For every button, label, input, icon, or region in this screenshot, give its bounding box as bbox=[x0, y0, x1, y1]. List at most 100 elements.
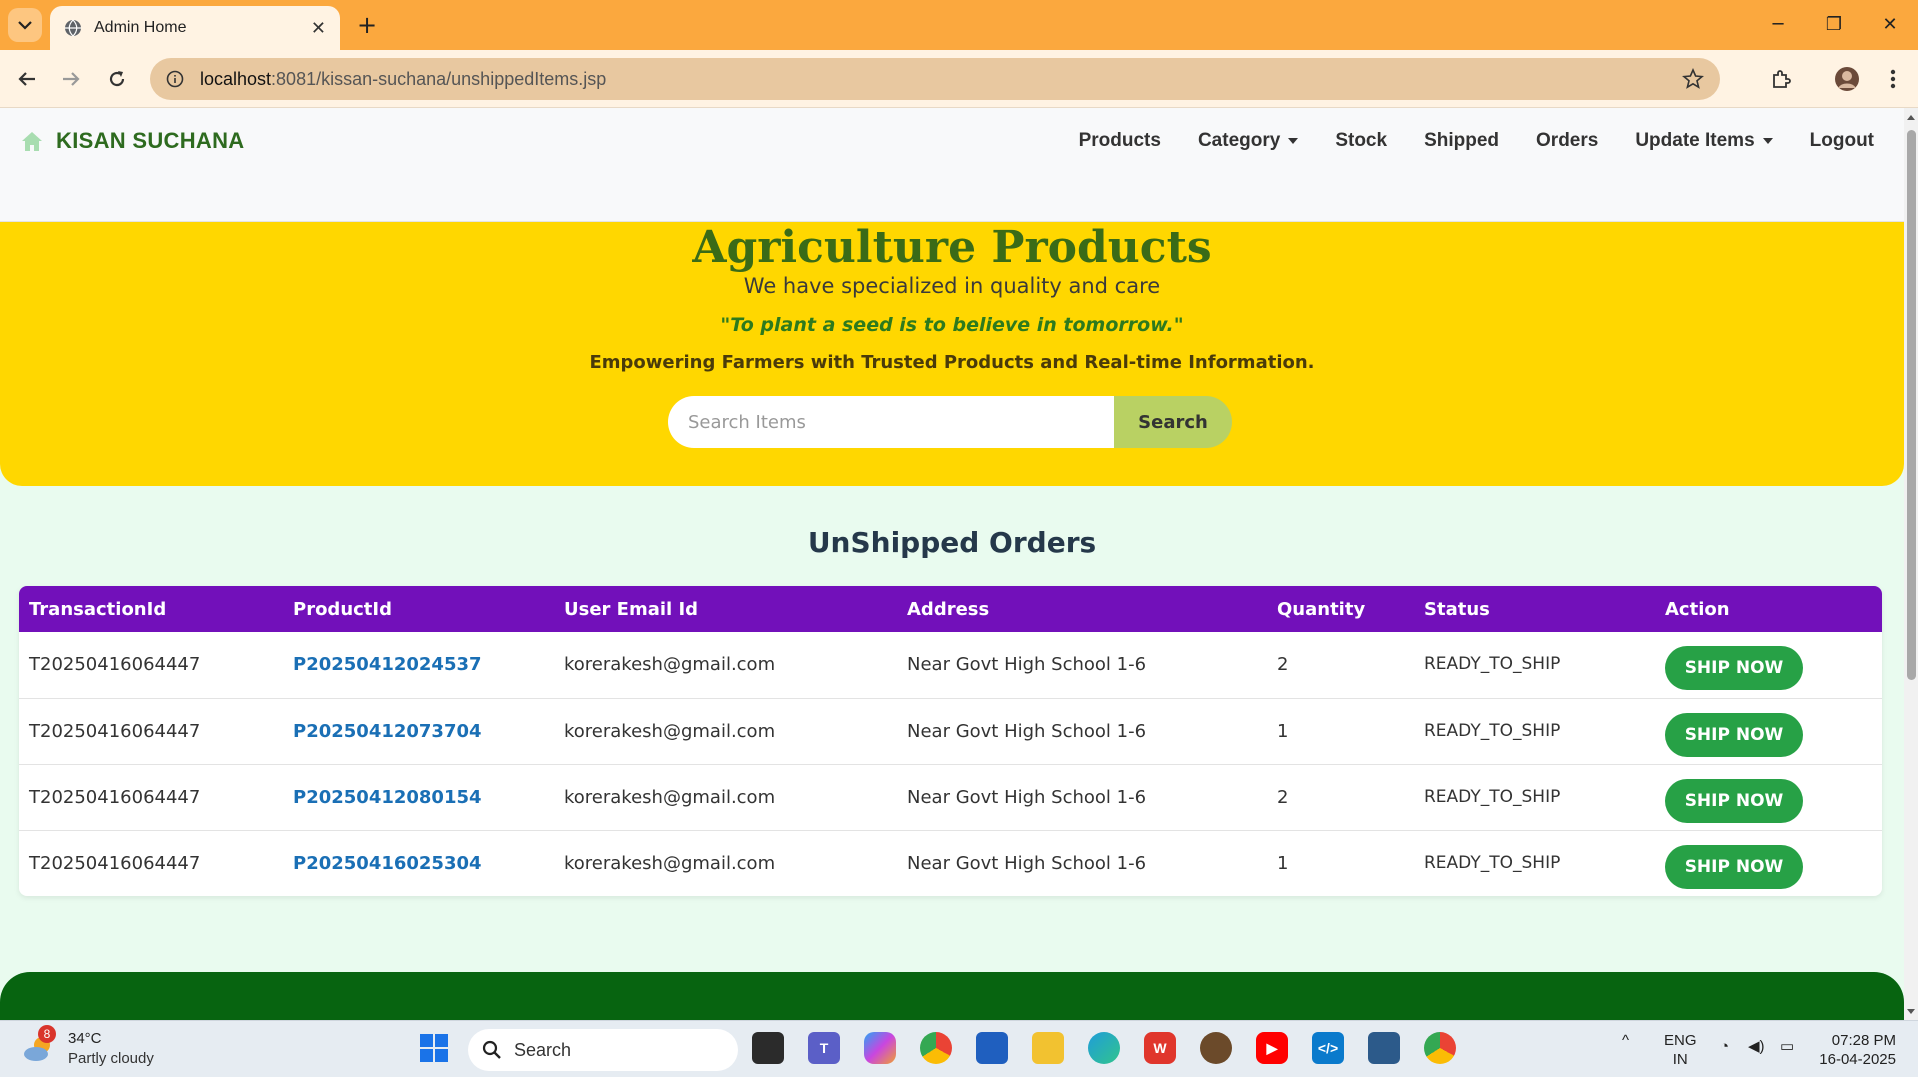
page-scrollbar[interactable] bbox=[1904, 108, 1918, 1020]
wifi-icon[interactable]: ◔ bbox=[1720, 1037, 1729, 1056]
taskbar-search[interactable]: Search bbox=[468, 1029, 738, 1071]
caret-down-icon bbox=[1762, 138, 1773, 144]
page-viewport: KISAN SUCHANA Products Category Stock Sh… bbox=[0, 108, 1904, 1020]
tab-search-button[interactable] bbox=[8, 8, 42, 42]
ship-now-button[interactable]: SHIP NOW bbox=[1665, 712, 1803, 757]
windows-start-icon[interactable] bbox=[418, 1032, 450, 1064]
search-input[interactable] bbox=[668, 396, 1114, 448]
nav-logout[interactable]: Logout bbox=[1810, 130, 1874, 152]
weather-text: 34°C Partly cloudy bbox=[68, 1029, 154, 1069]
app-emblem-icon[interactable] bbox=[1200, 1032, 1232, 1064]
chrome-active-icon[interactable] bbox=[1424, 1032, 1456, 1064]
scrollbar-thumb[interactable] bbox=[1907, 130, 1916, 680]
system-clock[interactable]: 07:28 PM 16-04-2025 bbox=[1819, 1031, 1896, 1069]
ship-now-button[interactable]: SHIP NOW bbox=[1665, 844, 1803, 889]
search-form: Search bbox=[668, 396, 1232, 448]
copilot-icon[interactable] bbox=[864, 1032, 896, 1064]
new-tab-button[interactable]: + bbox=[352, 10, 382, 40]
reload-button[interactable] bbox=[100, 62, 134, 96]
table-header-row: TransactionId ProductId User Email Id Ad… bbox=[19, 586, 1882, 632]
product-id-link[interactable]: P20250412073704 bbox=[283, 698, 554, 765]
restore-button[interactable]: ❐ bbox=[1814, 8, 1854, 40]
cell-status: READY_TO_SHIP bbox=[1414, 698, 1655, 765]
product-id-link[interactable]: P20250416025304 bbox=[283, 830, 554, 896]
orders-table-card: TransactionId ProductId User Email Id Ad… bbox=[19, 586, 1882, 896]
ship-now-button[interactable]: SHIP NOW bbox=[1665, 646, 1803, 690]
arrow-left-icon bbox=[18, 72, 35, 86]
brand-name: KISAN SUCHANA bbox=[56, 128, 245, 153]
youtube-icon[interactable]: ▶ bbox=[1256, 1032, 1288, 1064]
wps-office-icon[interactable]: W bbox=[1144, 1032, 1176, 1064]
table-row: T20250416064447 P20250412080154 korerake… bbox=[19, 764, 1882, 831]
browser-menu-button[interactable] bbox=[1876, 62, 1910, 96]
volume-icon[interactable]: ◀) bbox=[1748, 1037, 1765, 1056]
teams-icon[interactable]: T bbox=[808, 1032, 840, 1064]
vscode-icon[interactable]: </> bbox=[1312, 1032, 1344, 1064]
col-header-action: Action bbox=[1665, 598, 1730, 620]
weather-badge: 8 bbox=[38, 1025, 56, 1043]
product-id-link[interactable]: P20250412024537 bbox=[283, 632, 554, 699]
close-window-button[interactable]: ✕ bbox=[1870, 8, 1910, 40]
search-button[interactable]: Search bbox=[1114, 396, 1232, 448]
back-button[interactable] bbox=[10, 62, 44, 96]
nav-stock[interactable]: Stock bbox=[1335, 130, 1387, 152]
nav-orders[interactable]: Orders bbox=[1536, 130, 1598, 152]
clock-time: 07:28 PM bbox=[1831, 1032, 1896, 1049]
hero-banner: Agriculture Products We have specialized… bbox=[0, 222, 1904, 486]
browser-tab-strip: Admin Home ✕ + ─ ❐ ✕ bbox=[0, 0, 1918, 50]
chrome-icon[interactable] bbox=[920, 1032, 952, 1064]
tray-overflow-icon[interactable]: ^ bbox=[1622, 1031, 1629, 1050]
address-bar[interactable]: localhost:8081/kissan-suchana/unshippedI… bbox=[150, 58, 1720, 100]
scroll-up-arrow-icon[interactable] bbox=[1904, 112, 1918, 124]
minimize-button[interactable]: ─ bbox=[1758, 8, 1798, 40]
cell-address: Near Govt High School 1-6 bbox=[897, 764, 1267, 831]
language-indicator[interactable]: ENG IN bbox=[1664, 1031, 1697, 1069]
nav-links: Products Category Stock Shipped Orders U… bbox=[1042, 130, 1874, 152]
arrow-right-icon bbox=[63, 72, 80, 86]
avatar-icon bbox=[1835, 67, 1859, 91]
forward-button[interactable] bbox=[54, 62, 88, 96]
hero-tagline: Empowering Farmers with Trusted Products… bbox=[589, 352, 1315, 373]
more-vertical-icon bbox=[1890, 69, 1896, 89]
star-bookmark-icon[interactable] bbox=[1682, 68, 1704, 90]
puzzle-icon bbox=[1773, 70, 1791, 88]
clock-date: 16-04-2025 bbox=[1819, 1051, 1896, 1068]
product-id-link[interactable]: P20250412080154 bbox=[283, 764, 554, 831]
url-path: :8081/kissan-suchana/unshippedItems.jsp bbox=[271, 68, 607, 89]
task-view-icon[interactable] bbox=[752, 1032, 784, 1064]
weather-widget[interactable]: 8 34°C Partly cloudy bbox=[22, 1025, 154, 1069]
hero-subtitle: We have specialized in quality and care bbox=[743, 274, 1161, 298]
weather-temp: 34°C bbox=[68, 1030, 102, 1047]
taskbar-search-label: Search bbox=[514, 1039, 572, 1060]
extensions-button[interactable] bbox=[1764, 62, 1798, 96]
store-icon[interactable] bbox=[976, 1032, 1008, 1064]
col-header-transaction: TransactionId bbox=[29, 598, 167, 620]
eclipse-ide-icon[interactable] bbox=[1368, 1032, 1400, 1064]
cell-transaction-id: T20250416064447 bbox=[19, 698, 283, 765]
scroll-down-arrow-icon[interactable] bbox=[1904, 1006, 1918, 1018]
tab-close-icon[interactable]: ✕ bbox=[311, 18, 326, 39]
table-row: T20250416064447 P20250412073704 korerake… bbox=[19, 698, 1882, 765]
col-header-status: Status bbox=[1424, 598, 1490, 620]
col-header-product: ProductId bbox=[293, 598, 392, 620]
nav-category-dropdown[interactable]: Category bbox=[1198, 130, 1299, 152]
brand-link[interactable]: KISAN SUCHANA bbox=[20, 128, 244, 154]
browser-tab-active[interactable]: Admin Home ✕ bbox=[50, 6, 340, 50]
home-icon bbox=[22, 132, 42, 151]
cell-transaction-id: T20250416064447 bbox=[29, 852, 201, 874]
os-taskbar: 8 34°C Partly cloudy Search T W ▶ </> ^ … bbox=[0, 1020, 1918, 1077]
nav-shipped[interactable]: Shipped bbox=[1424, 130, 1499, 152]
nav-update-items-dropdown[interactable]: Update Items bbox=[1635, 130, 1773, 152]
battery-icon[interactable]: ▭ bbox=[1780, 1037, 1794, 1056]
cell-status: READY_TO_SHIP bbox=[1414, 632, 1655, 699]
weather-desc: Partly cloudy bbox=[68, 1050, 154, 1067]
cell-address: Near Govt High School 1-6 bbox=[907, 852, 1147, 874]
nav-products[interactable]: Products bbox=[1079, 130, 1161, 152]
ship-now-button[interactable]: SHIP NOW bbox=[1665, 778, 1803, 823]
file-explorer-icon[interactable] bbox=[1032, 1032, 1064, 1064]
site-info-icon[interactable] bbox=[166, 70, 184, 88]
edge-icon[interactable] bbox=[1088, 1032, 1120, 1064]
cell-status: READY_TO_SHIP bbox=[1414, 764, 1655, 831]
cell-quantity: 1 bbox=[1277, 852, 1289, 874]
profile-avatar[interactable] bbox=[1830, 62, 1864, 96]
